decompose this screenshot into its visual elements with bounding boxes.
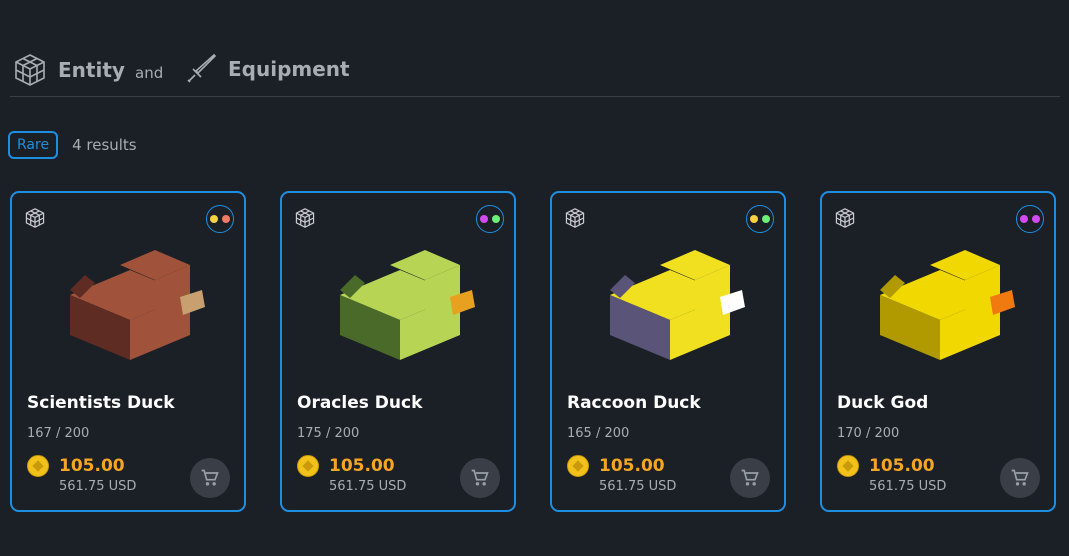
card-title: Oracles Duck [297,393,423,413]
duck-artwork [610,250,745,360]
trait-indicator [1016,205,1044,233]
coin-icon [837,455,859,477]
sword-icon [187,53,217,83]
add-to-cart-button[interactable] [1000,458,1040,498]
category-header: Entity and Equipment [10,40,1060,97]
coin-icon [27,455,49,477]
cube-icon [15,54,45,86]
card-supply: 175 / 200 [297,426,360,441]
price-amount: 105.00 [329,456,395,476]
cart-icon [471,469,489,486]
card-supply: 170 / 200 [837,426,900,441]
product-card[interactable]: Raccoon Duck 165 / 200 105.00 561.75 USD [550,191,786,512]
filter-bar: Rare 4 results [8,131,137,159]
price-usd: 561.75 USD [599,479,677,494]
price-usd: 561.75 USD [869,479,947,494]
price-amount: 105.00 [59,456,125,476]
and-text: and [135,64,164,82]
price-usd: 561.75 USD [329,479,407,494]
product-card[interactable]: Oracles Duck 175 / 200 105.00 561.75 USD [280,191,516,512]
cube-icon [565,208,585,228]
card-title: Raccoon Duck [567,393,701,413]
add-to-cart-button[interactable] [460,458,500,498]
add-to-cart-button[interactable] [730,458,770,498]
results-count: 4 results [72,136,137,154]
price-row: 105.00 [567,455,665,477]
cube-icon [835,208,855,228]
card-supply: 165 / 200 [567,426,630,441]
duck-artwork [880,250,1015,360]
price-row: 105.00 [297,455,395,477]
card-supply: 167 / 200 [27,426,90,441]
rarity-filter-tag[interactable]: Rare [8,131,59,159]
product-card[interactable]: Duck God 170 / 200 105.00 561.75 USD [820,191,1056,512]
price-usd: 561.75 USD [59,479,137,494]
price-amount: 105.00 [869,456,935,476]
price-amount: 105.00 [599,456,665,476]
duck-artwork [70,250,205,360]
cube-icon [25,208,45,228]
card-title: Scientists Duck [27,393,175,413]
price-row: 105.00 [27,455,125,477]
price-row: 105.00 [837,455,935,477]
cart-icon [201,469,219,486]
coin-icon [297,455,319,477]
cart-icon [1011,469,1029,486]
equipment-label: Equipment [228,57,350,81]
trait-indicator [206,205,234,233]
cube-icon [295,208,315,228]
trait-indicator [746,205,774,233]
duck-artwork [340,250,475,360]
entity-label: Entity [58,58,125,82]
coin-icon [567,455,589,477]
add-to-cart-button[interactable] [190,458,230,498]
product-card[interactable]: Scientists Duck 167 / 200 105.00 561.75 … [10,191,246,512]
trait-indicator [476,205,504,233]
cart-icon [741,469,759,486]
entity-category[interactable]: Entity [12,52,125,88]
card-title: Duck God [837,393,929,413]
equipment-category[interactable]: Equipment [184,52,350,86]
